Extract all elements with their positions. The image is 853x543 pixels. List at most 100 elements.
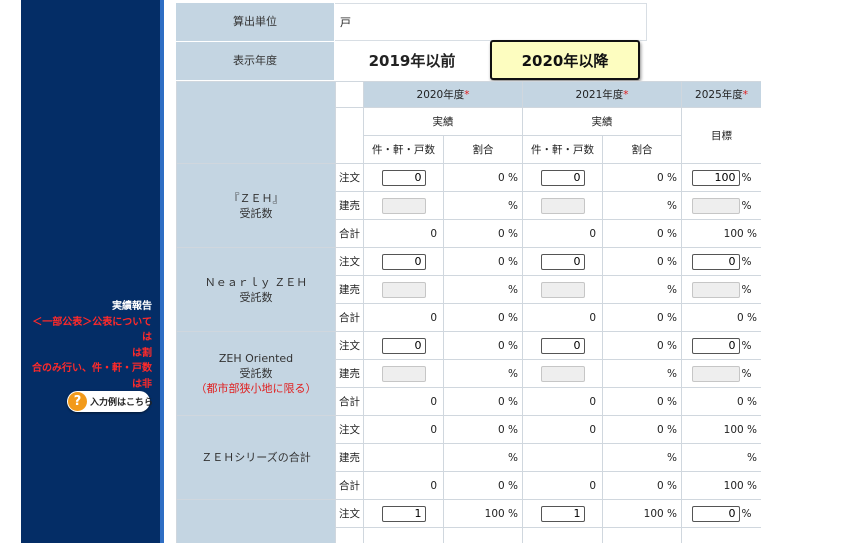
row-kind-total: 合計	[335, 219, 364, 248]
series-2020-total-ratio: 0 %	[442, 471, 524, 500]
next-2025-order-input[interactable]	[691, 505, 740, 522]
nearly-2021-built-input	[540, 281, 585, 298]
row-kind-built: 建売	[335, 359, 364, 388]
series-2021-order: 0	[522, 415, 604, 444]
next-2020-order-input[interactable]	[381, 505, 426, 522]
zeh-2020-order-ratio: 0 %	[442, 163, 524, 192]
year-option-2019-before[interactable]: 2019年以前	[337, 42, 487, 80]
cut-cell	[522, 527, 604, 543]
target-header-2025: 目標	[681, 107, 761, 164]
row-kind-built: 建売	[335, 443, 364, 472]
unit-label: 算出単位	[176, 3, 334, 41]
zeh-2020-total: 0	[363, 219, 444, 248]
count-header: 件・軒・戸数	[522, 135, 604, 164]
nearly-2021-built-ratio: %	[602, 275, 683, 304]
zeh-2020-built-input	[381, 197, 426, 214]
year-header-2025: 2025年度*	[681, 81, 761, 108]
zeh-2025-total-ratio: 100 %	[681, 219, 761, 248]
oriented-2020-order-input[interactable]	[381, 337, 426, 354]
series-2020-total: 0	[363, 471, 444, 500]
oriented-2020-total: 0	[363, 387, 444, 416]
next-2021-order-input[interactable]	[540, 505, 585, 522]
row-kind-cut	[335, 527, 364, 543]
section-zeh-series-total-label: ＺＥＨシリーズの合計	[176, 415, 336, 500]
input-example-label: 入力例はこちら	[90, 398, 154, 408]
oriented-2021-order-input[interactable]	[540, 337, 585, 354]
sidebar-panel	[21, 0, 160, 543]
sidebar-note-line: 合のみ行い、件・軒・戸数	[32, 363, 152, 374]
section-zeh-oriented-label: ZEH Oriented 受託数 （都市部狭小地に限る）	[176, 331, 336, 416]
oriented-2021-total-ratio: 0 %	[602, 387, 683, 416]
series-2021-order-ratio: 0 %	[602, 415, 683, 444]
zeh-2020-total-ratio: 0 %	[442, 219, 524, 248]
year-header-2020: 2020年度*	[362, 81, 524, 108]
oriented-2025-order-input[interactable]	[691, 337, 740, 354]
sidebar-note-line: は非	[132, 378, 152, 390]
series-2020-built	[363, 443, 444, 472]
zeh-2021-order-input[interactable]	[540, 169, 585, 186]
row-kind-total: 合計	[335, 303, 364, 332]
oriented-2021-order-ratio: 0 %	[602, 331, 683, 360]
results-table: 2020年度* 2021年度* 2025年度* 実績 実績 目標 件・軒・戸数 …	[176, 81, 761, 543]
nearly-2021-total: 0	[522, 303, 604, 332]
oriented-2025-built-input	[691, 365, 740, 382]
row-kind-order: 注文	[335, 331, 364, 360]
nearly-2020-total: 0	[363, 303, 444, 332]
series-2025-order-ratio: 100 %	[681, 415, 761, 444]
next-2021-order-ratio: 100 %	[602, 499, 683, 528]
zeh-2020-order-input[interactable]	[381, 169, 426, 186]
series-2021-total-ratio: 0 %	[602, 471, 683, 500]
nearly-2020-order-ratio: 0 %	[442, 247, 524, 276]
sidebar-divider	[160, 0, 164, 543]
zeh-2025-built-input	[691, 197, 740, 214]
oriented-2020-total-ratio: 0 %	[442, 387, 524, 416]
row-kind-built: 建売	[335, 191, 364, 220]
oriented-2021-built-ratio: %	[602, 359, 683, 388]
nearly-2025-total-ratio: 0 %	[681, 303, 761, 332]
year-header-2021: 2021年度*	[522, 81, 683, 108]
next-2020-order-ratio: 100 %	[442, 499, 524, 528]
series-2021-built-ratio: %	[602, 443, 683, 472]
cut-cell	[602, 527, 683, 543]
year-option-2020-after[interactable]: 2020年以降	[490, 40, 640, 80]
nearly-2021-order-input[interactable]	[540, 253, 585, 270]
sidebar-note-line: は割	[132, 347, 152, 359]
zeh-2025-order-input[interactable]	[691, 169, 740, 186]
nearly-2021-order-ratio: 0 %	[602, 247, 683, 276]
zeh-2021-built-input	[540, 197, 585, 214]
ratio-header: 割合	[442, 135, 524, 164]
section-next-label	[176, 499, 336, 543]
nearly-2020-built-input	[381, 281, 426, 298]
series-2020-order: 0	[363, 415, 444, 444]
nearly-2020-order-input[interactable]	[381, 253, 426, 270]
oriented-2021-total: 0	[522, 387, 604, 416]
nearly-2020-total-ratio: 0 %	[442, 303, 524, 332]
count-header: 件・軒・戸数	[363, 135, 444, 164]
input-example-button[interactable]: ? 入力例はこちら	[67, 391, 154, 412]
ratio-header: 割合	[602, 135, 683, 164]
row-kind-order: 注文	[335, 247, 364, 276]
oriented-2020-built-ratio: %	[442, 359, 524, 388]
cut-cell	[681, 527, 761, 543]
zeh-2021-total: 0	[522, 219, 604, 248]
series-2020-order-ratio: 0 %	[442, 415, 524, 444]
sidebar-note-line: ＜一部公表＞公表については	[32, 316, 152, 344]
oriented-2020-built-input	[381, 365, 426, 382]
unit-value: 戸	[335, 3, 647, 41]
row-kind-total: 合計	[335, 471, 364, 500]
category-header	[176, 81, 336, 164]
nearly-2020-built-ratio: %	[442, 275, 524, 304]
oriented-2020-order-ratio: 0 %	[442, 331, 524, 360]
row-kind-built: 建売	[335, 275, 364, 304]
series-2021-built	[522, 443, 604, 472]
series-2021-total: 0	[522, 471, 604, 500]
cut-cell	[363, 527, 444, 543]
zeh-2021-total-ratio: 0 %	[602, 219, 683, 248]
series-2025-built-ratio: %	[681, 443, 761, 472]
actual-header-2021: 実績	[522, 107, 683, 136]
sidebar-title: 実績報告	[112, 301, 152, 312]
question-icon: ?	[68, 392, 87, 411]
cut-cell	[442, 527, 524, 543]
nearly-2025-built-input	[691, 281, 740, 298]
nearly-2025-order-input[interactable]	[691, 253, 740, 270]
